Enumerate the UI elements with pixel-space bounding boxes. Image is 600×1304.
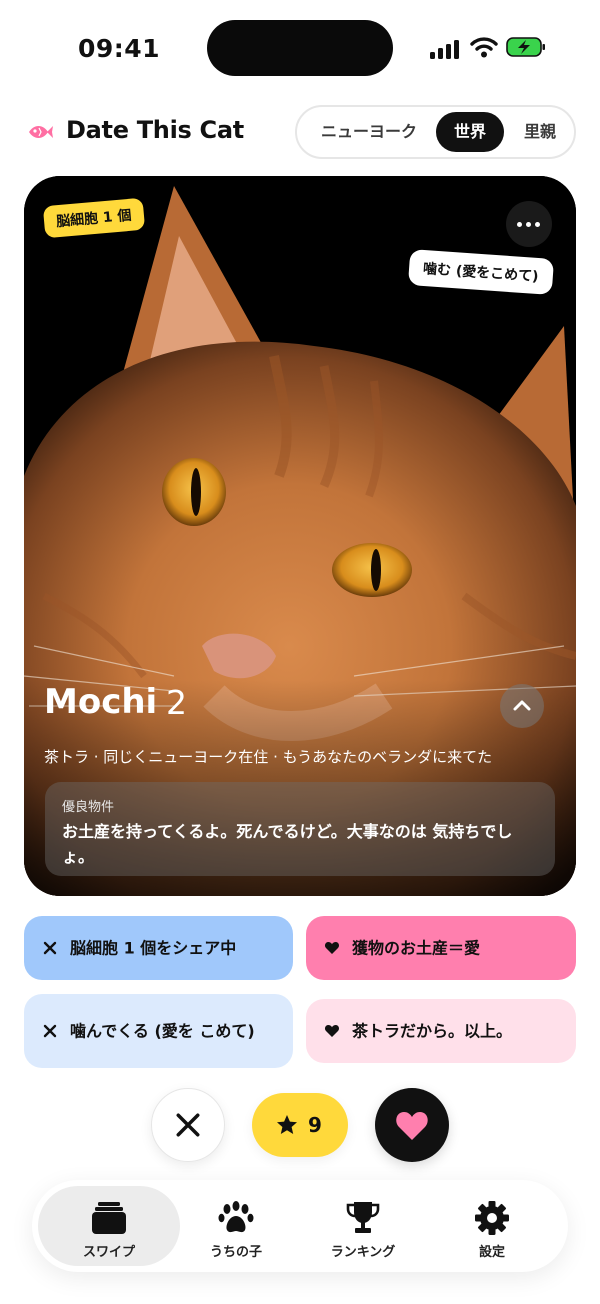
tab-label: スワイプ	[82, 1245, 135, 1260]
paw-icon	[218, 1201, 254, 1233]
heart-icon	[396, 1112, 428, 1140]
tab-my-cats[interactable]: うちの子	[165, 1186, 307, 1266]
more-options-button[interactable]	[506, 201, 552, 247]
like-button[interactable]	[375, 1088, 449, 1162]
wifi-icon	[470, 37, 498, 58]
x-icon	[43, 1024, 57, 1038]
tab-label: ランキング	[330, 1245, 396, 1260]
highlight-text: お土産を持ってくるよ。死んでるけど。大事なのは 気持ちでしょ。	[62, 822, 513, 866]
gear-icon	[475, 1201, 509, 1235]
tab-label: 設定	[478, 1245, 505, 1260]
expand-profile-button[interactable]	[500, 684, 544, 728]
trait-chip-dislike[interactable]: 脳細胞 1 個をシェア中	[24, 916, 293, 980]
cat-name: Mochi	[44, 682, 158, 722]
cat-description: 茶トラ · 同じくニューヨーク在住 · もうあなたのベランダに来てた	[44, 748, 493, 766]
dynamic-island	[207, 20, 393, 76]
segment-new-york[interactable]: ニューヨーク	[305, 112, 433, 152]
cards-icon	[92, 1202, 126, 1234]
chip-label: 茶トラだから。以上。	[352, 1021, 513, 1041]
chip-label: 獲物のお土産＝愛	[352, 938, 481, 958]
highlight-box: 優良物件 お土産を持ってくるよ。死んでるけど。大事なのは 気持ちでしょ。	[45, 782, 555, 876]
super-like-count: 9	[308, 1113, 322, 1137]
segment-world[interactable]: 世界	[436, 112, 504, 152]
trait-chip-like[interactable]: 茶トラだから。以上。	[306, 999, 576, 1063]
heart-icon	[324, 942, 340, 954]
cat-profile-card[interactable]: 脳細胞 1 個 噛む (愛をこめて) Mochi 2 茶トラ · 同じくニューヨ…	[24, 176, 576, 896]
status-bar: 09:41	[0, 0, 600, 96]
segment-adoption[interactable]: 里親	[508, 112, 572, 152]
trait-chip-like[interactable]: 獲物のお土産＝愛	[306, 916, 576, 980]
trophy-icon	[346, 1202, 380, 1233]
tab-swipe[interactable]: スワイプ	[38, 1186, 180, 1266]
star-icon	[277, 1115, 297, 1134]
tab-settings[interactable]: 設定	[421, 1186, 563, 1266]
battery-icon	[506, 37, 545, 57]
status-time: 09:41	[78, 34, 161, 63]
trait-chip-dislike[interactable]: 噛んでくる (愛を こめて)	[24, 994, 293, 1068]
cat-age: 2	[166, 683, 187, 722]
pass-button[interactable]	[151, 1088, 225, 1162]
tab-label: うちの子	[209, 1245, 262, 1260]
tab-ranking[interactable]: ランキング	[292, 1186, 434, 1266]
chevron-up-icon	[513, 700, 531, 711]
heart-icon	[324, 1025, 340, 1037]
region-segmented-control: ニューヨーク 世界 里親	[295, 105, 576, 159]
x-icon	[43, 941, 57, 955]
super-like-button[interactable]: 9	[252, 1093, 348, 1157]
app-header: Date This Cat ニューヨーク 世界 里親	[0, 104, 600, 160]
tab-bar: スワイプ うちの子 ランキング 設定	[32, 1180, 568, 1272]
chip-label: 脳細胞 1 個をシェア中	[70, 938, 237, 958]
chip-label: 噛んでくる (愛を こめて)	[70, 1021, 255, 1041]
highlight-label: 優良物件	[62, 800, 115, 815]
app-title: Date This Cat	[66, 116, 244, 144]
close-icon	[176, 1113, 200, 1137]
signal-icon	[430, 39, 460, 59]
fish-logo-icon	[29, 126, 53, 138]
